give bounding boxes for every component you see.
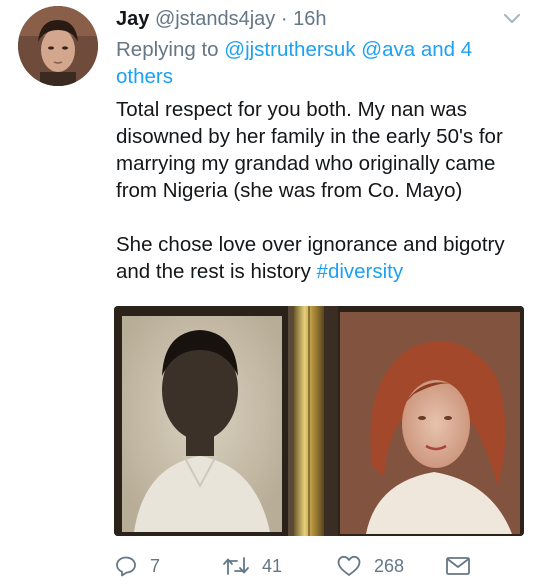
user-handle[interactable]: @jstands4jay <box>155 8 275 30</box>
tweet-paragraph: Total respect for you both. My nan was d… <box>116 98 503 202</box>
retweet-icon <box>223 557 249 575</box>
replying-to: Replying to @jjstruthersuk @ava and 4 ot… <box>116 36 516 90</box>
reply-count: 7 <box>150 555 161 576</box>
tweet-timestamp[interactable]: 16h <box>293 8 326 30</box>
tweet-actions: 7 41 268 <box>114 552 494 580</box>
reply-button[interactable]: 7 <box>114 552 160 580</box>
tweet-paragraph: She chose love over ignorance and bigotr… <box>116 231 526 285</box>
replying-to-label: Replying to <box>116 38 219 61</box>
direct-message-button[interactable] <box>444 552 472 580</box>
dot-separator: · <box>280 8 288 30</box>
tweet-text: Total respect for you both. My nan was d… <box>116 96 526 285</box>
tweet-media-photo[interactable] <box>114 306 524 536</box>
heart-icon <box>337 555 361 576</box>
tweet-header: Jay @jstands4jay · 16h <box>116 6 500 32</box>
like-count: 268 <box>374 555 405 576</box>
envelope-icon <box>446 557 470 575</box>
retweet-count: 41 <box>262 555 283 576</box>
avatar[interactable] <box>18 6 98 86</box>
display-name[interactable]: Jay <box>116 8 149 30</box>
hashtag-link[interactable]: #diversity <box>317 260 404 283</box>
like-button[interactable]: 268 <box>336 552 404 580</box>
retweet-button[interactable]: 41 <box>222 552 282 580</box>
chevron-down-icon[interactable] <box>502 12 522 26</box>
tweet-paragraph-text: She chose love over ignorance and bigotr… <box>116 233 505 283</box>
reply-icon <box>116 556 136 577</box>
